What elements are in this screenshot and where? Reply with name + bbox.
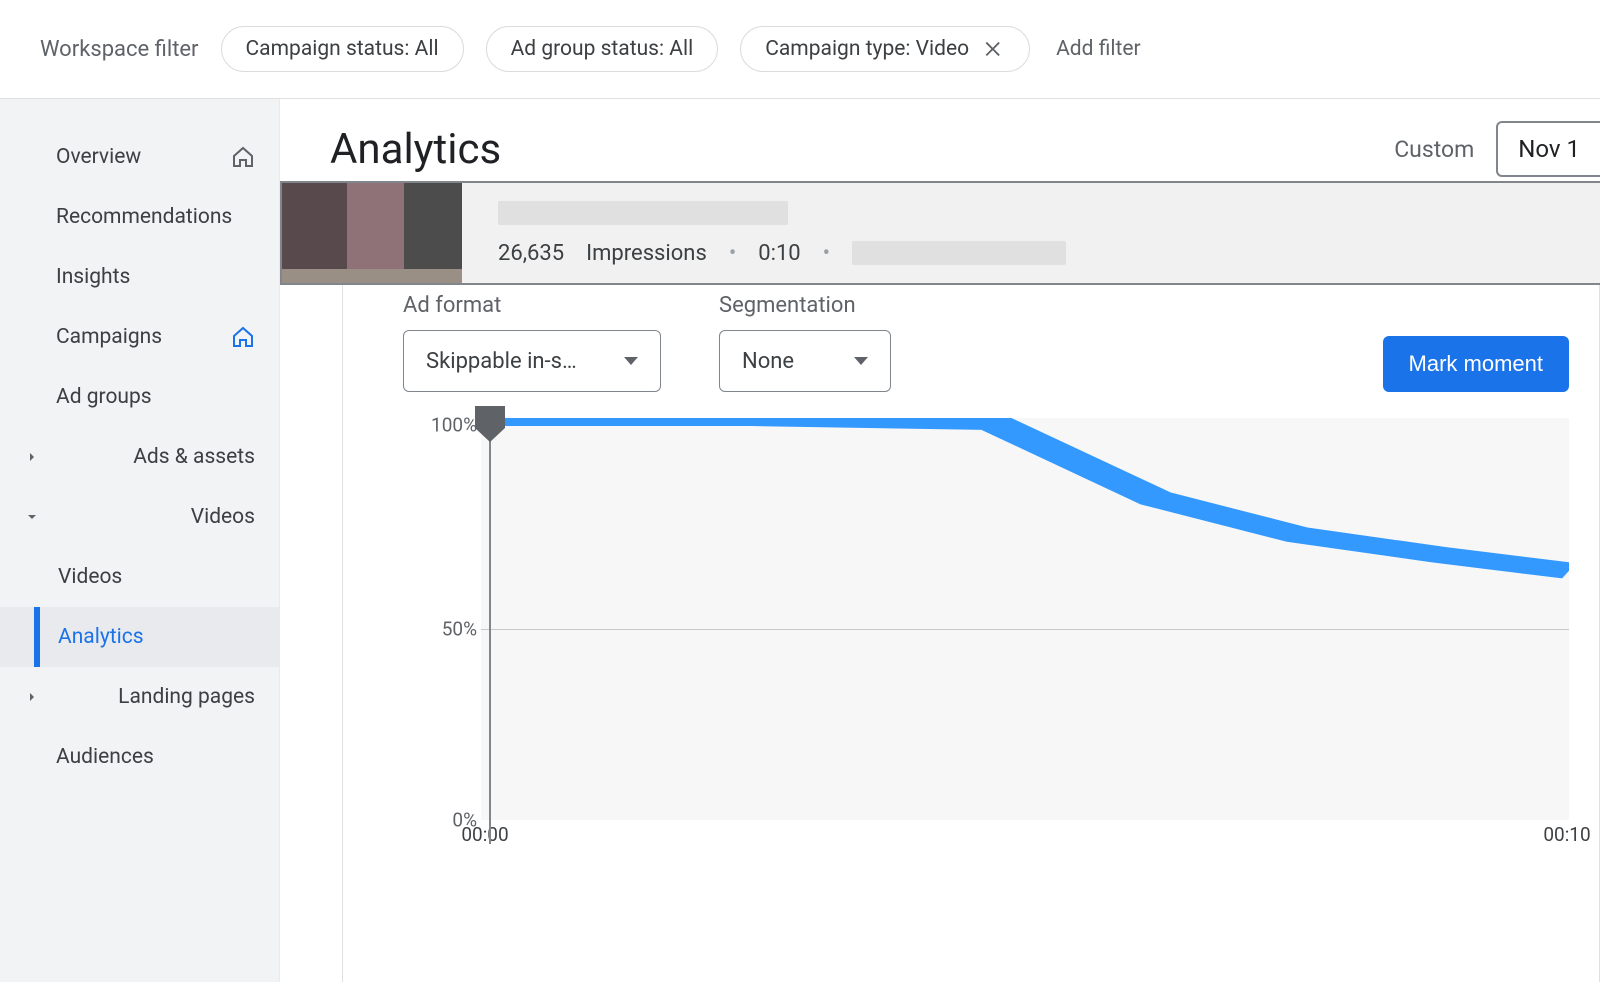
retention-line [481, 418, 1569, 820]
filter-chip-text: Campaign type: Video [765, 37, 969, 61]
sidebar-item-insights[interactable]: Insights [0, 247, 279, 307]
ad-format-select[interactable]: Skippable in-s… [403, 330, 661, 392]
page-title: Analytics [330, 125, 501, 174]
sidebar-item-adgroups[interactable]: Ad groups [0, 367, 279, 427]
video-thumbnail[interactable] [282, 183, 462, 283]
video-duration: 0:10 [758, 241, 800, 266]
add-filter-button[interactable]: Add filter [1056, 37, 1140, 61]
video-summary-bar[interactable]: 26,635 Impressions • 0:10 • [280, 181, 1600, 285]
home-icon [231, 145, 255, 169]
chevron-down-icon [624, 357, 638, 365]
segmentation-select[interactable]: None [719, 330, 891, 392]
redacted-title [498, 201, 788, 225]
sidebar-item-label: Videos [58, 565, 122, 589]
ad-format-label: Ad format [403, 293, 661, 318]
sidebar-item-audiences[interactable]: Audiences [0, 727, 279, 787]
chevron-down-icon [854, 357, 868, 365]
y-tick-label: 50% [442, 618, 477, 641]
date-range-preset[interactable]: Custom [1394, 136, 1474, 163]
workspace-filter-label: Workspace filter [40, 37, 199, 62]
impressions-value: 26,635 [498, 241, 564, 266]
mark-moment-button[interactable]: Mark moment [1383, 336, 1569, 392]
sidebar-item-overview[interactable]: Overview [0, 127, 279, 187]
sidebar-item-recommendations[interactable]: Recommendations [0, 187, 279, 247]
sidebar-item-videos-sub[interactable]: Videos [0, 547, 279, 607]
sidebar-item-label: Analytics [58, 625, 144, 649]
impressions-label: Impressions [586, 241, 707, 266]
ad-format-value: Skippable in-s… [426, 349, 577, 374]
filter-chip-text: Campaign status: All [246, 37, 439, 61]
filter-chip-campaign-type[interactable]: Campaign type: Video [740, 26, 1030, 72]
x-tick-label: 00:10 [1543, 823, 1590, 846]
y-tick-label: 100% [431, 414, 477, 437]
close-icon[interactable] [983, 38, 1005, 60]
separator-dot: • [729, 241, 736, 266]
sidebar-item-label: Campaigns [56, 325, 162, 349]
sidebar-item-ads-assets[interactable]: Ads & assets [0, 427, 279, 487]
timeline-scrubber[interactable] [475, 406, 505, 428]
sidebar-item-label: Ads & assets [133, 445, 255, 469]
sidebar-item-campaigns[interactable]: Campaigns [0, 307, 279, 367]
sidebar-item-label: Recommendations [56, 205, 232, 229]
sidebar-item-label: Overview [56, 145, 141, 169]
separator-dot: • [823, 241, 830, 266]
date-range-picker[interactable]: Nov 1 [1496, 121, 1600, 177]
sidebar-item-label: Audiences [56, 745, 154, 769]
chevron-right-icon [24, 687, 44, 707]
retention-chart[interactable]: 100% 50% 0% 00:00 00:10 [403, 414, 1569, 844]
filter-chip-text: Ad group status: All [511, 37, 694, 61]
chevron-down-icon [24, 507, 44, 527]
segmentation-label: Segmentation [719, 293, 891, 318]
x-tick-label: 00:00 [461, 823, 508, 846]
filter-chip-campaign-status[interactable]: Campaign status: All [221, 26, 464, 72]
sidebar-item-label: Insights [56, 265, 130, 289]
sidebar-item-landing-pages[interactable]: Landing pages [0, 667, 279, 727]
sidebar: Overview Recommendations Insights Campai… [0, 99, 280, 982]
redacted-meta [852, 241, 1066, 265]
sidebar-item-label: Landing pages [118, 685, 255, 709]
sidebar-item-label: Ad groups [56, 385, 152, 409]
segmentation-value: None [742, 349, 794, 374]
sidebar-item-label: Videos [191, 505, 255, 529]
sidebar-item-videos[interactable]: Videos [0, 487, 279, 547]
sidebar-item-analytics[interactable]: Analytics [0, 607, 279, 667]
chevron-right-icon [24, 447, 44, 467]
filter-chip-adgroup-status[interactable]: Ad group status: All [486, 26, 719, 72]
home-icon [231, 325, 255, 349]
